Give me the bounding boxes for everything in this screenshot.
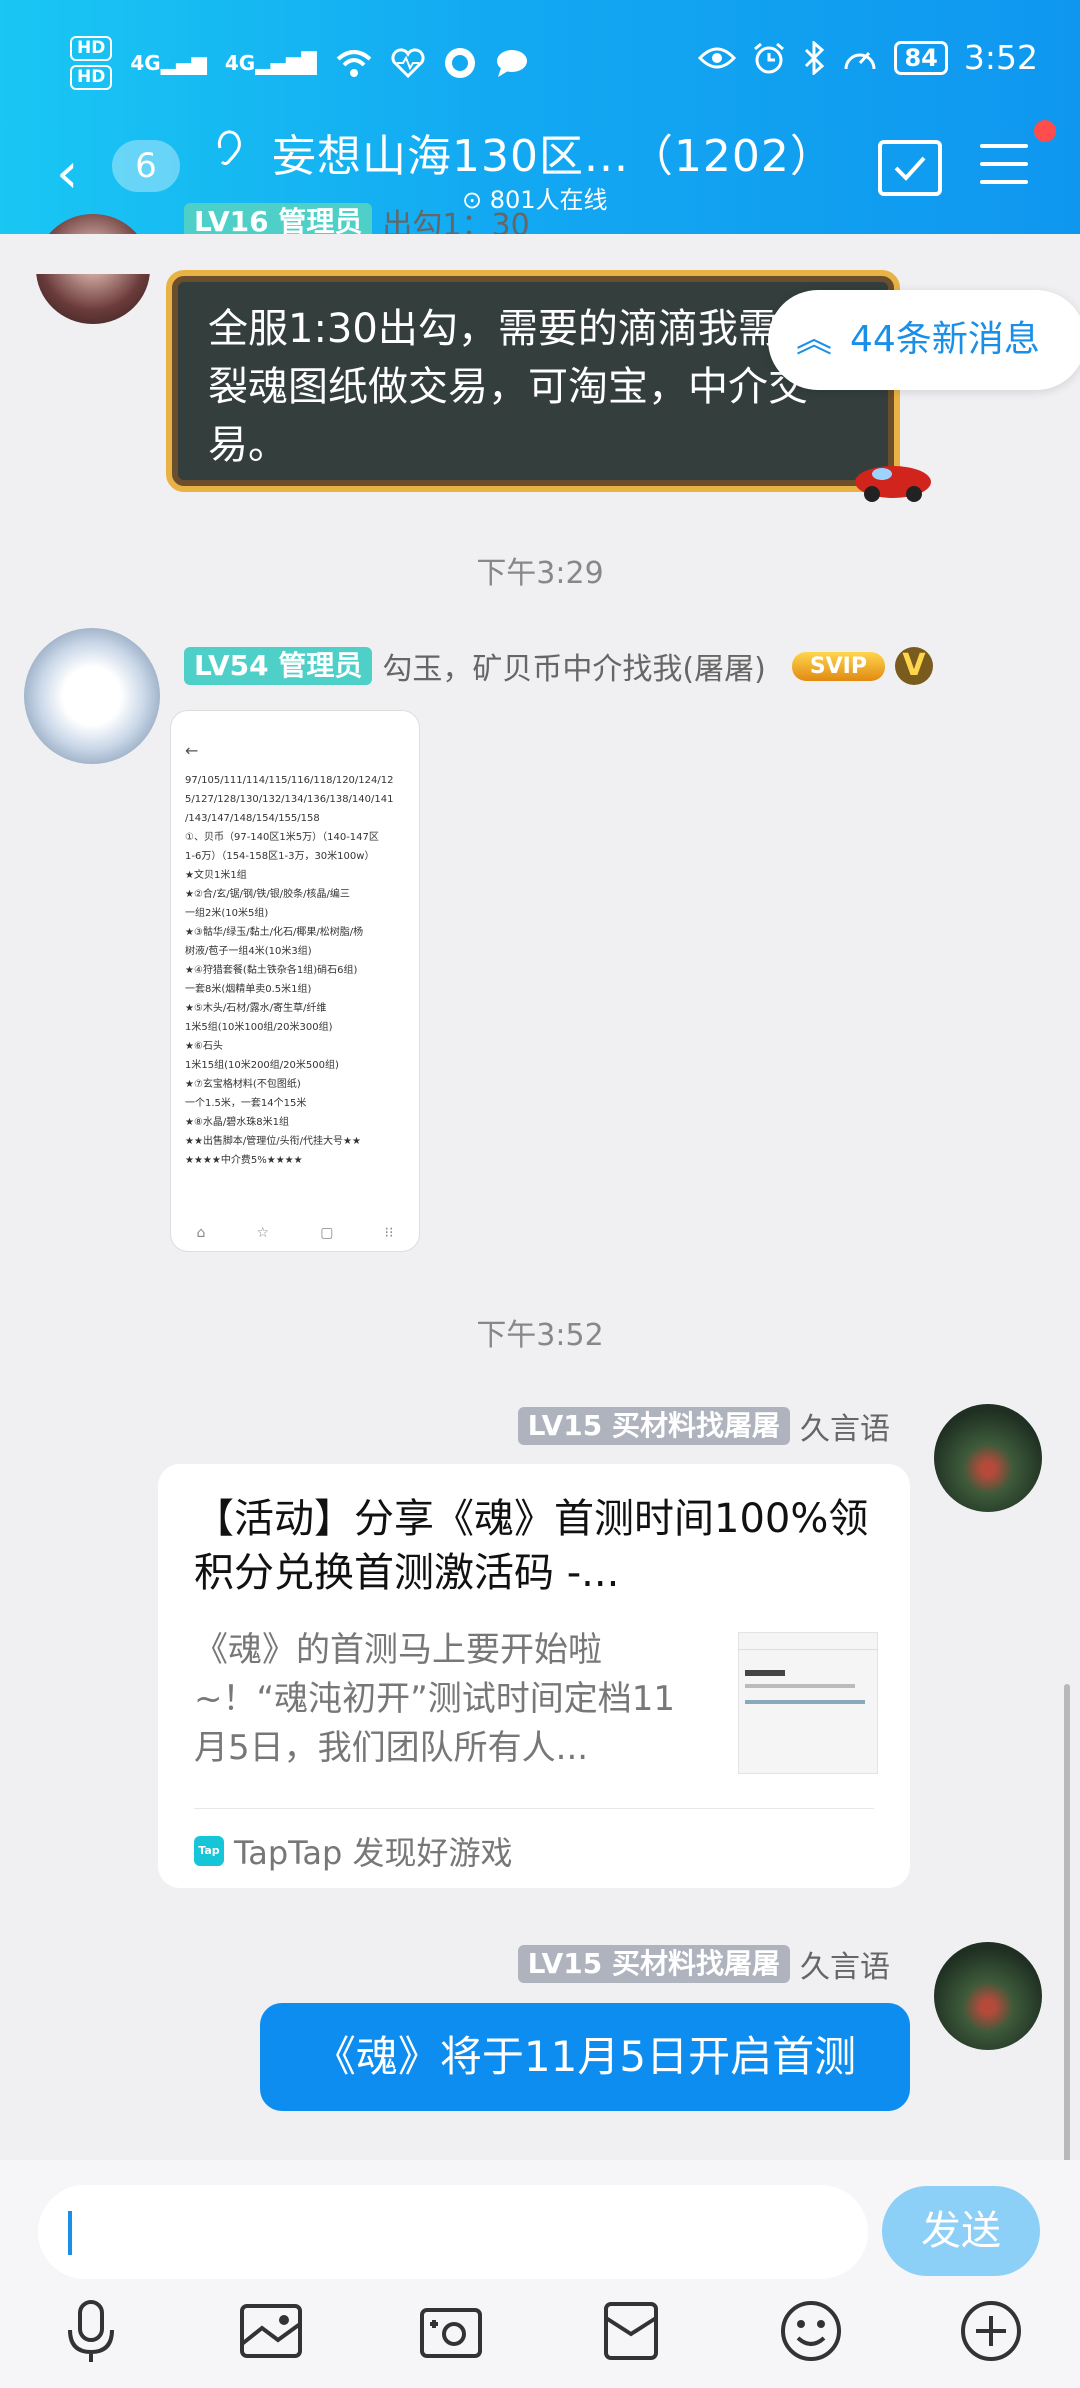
text-caret [68, 2211, 72, 2255]
image-text-line: ★④狩猎套餐(黏土铁杂各1组)硝石6组) [185, 965, 358, 976]
image-text-line: 一套8米(烟精单卖0.5米1组) [185, 984, 312, 995]
image-text-line: 1米15组(10米200组/20米500组) [185, 1060, 339, 1071]
chat-header: HD HD 4G▂▄▆ 4G▂▄▆█ 84 3:52 ‹ 6 妄想山海130区.… [0, 0, 1080, 234]
image-icon[interactable] [236, 2296, 306, 2366]
card-title: 【活动】分享《魂》首测时间100%领积分兑换首测激活码 -... [194, 1496, 869, 1596]
taptap-logo-icon: Tap [194, 1836, 224, 1866]
new-messages-button[interactable]: ︽ 44条新消息 [768, 290, 1080, 390]
status-time: 3:52 [963, 38, 1038, 77]
wifi-icon [336, 50, 372, 77]
unread-count-badge: 6 [112, 140, 180, 192]
sender-name: 勾玉，矿贝币中介找我(屠屠) [382, 652, 766, 687]
level-badge: LV15 买材料找屠屠 [517, 1945, 790, 1983]
speed-icon [844, 51, 876, 69]
signal-2: 4G▂▄▆█ [224, 51, 317, 75]
red-packet-icon[interactable] [596, 2296, 666, 2366]
sender-line: LV15 买材料找屠屠 久言语 [517, 1404, 890, 1448]
svip-badge: SVIP [791, 651, 885, 681]
message-input[interactable] [38, 2185, 868, 2279]
bluetooth-icon [805, 40, 825, 75]
image-text-line: 一组2米(10米5组) [185, 908, 269, 919]
image-text-line: 树液/苞子一组4米(10米3组) [185, 946, 312, 957]
level-badge: LV54 管理员 [184, 647, 373, 685]
image-text: 97/105/111/114/115/116/118/120/124/12 5/1… [171, 771, 419, 1170]
status-bar: HD HD 4G▂▄▆ 4G▂▄▆█ 84 3:52 [0, 0, 1080, 130]
scrollbar[interactable] [1064, 1684, 1070, 2164]
image-text-line: ★⑥石头 [185, 1041, 223, 1052]
car-decoration-icon [855, 466, 931, 502]
back-button[interactable]: ‹ [56, 146, 78, 202]
card-source: Tap TapTap 发现好游戏 [194, 1828, 513, 1874]
image-text-line: 1-6万）（154-158区1-3万，30米100w） [185, 851, 375, 862]
hd-indicator-2: HD [70, 65, 113, 90]
camera-icon[interactable] [416, 2296, 486, 2366]
v-badge: V [895, 647, 933, 685]
menu-icon[interactable] [980, 144, 1028, 188]
card-divider [194, 1808, 874, 1809]
image-text-line: /143/147/148/154/155/158 [185, 813, 320, 824]
plus-icon[interactable] [956, 2296, 1026, 2366]
toolbar [0, 2296, 1080, 2376]
browser-icon [444, 48, 475, 78]
emoji-icon[interactable] [776, 2296, 846, 2366]
input-bar: 发送 [0, 2160, 1080, 2388]
image-text-line: 97/105/111/114/115/116/118/120/124/12 [185, 775, 394, 786]
share-card[interactable]: 【活动】分享《魂》首测时间100%领积分兑换首测激活码 -... 《魂》的首测马… [158, 1464, 910, 1888]
eye-icon [698, 47, 737, 68]
avatar[interactable] [24, 628, 160, 764]
image-text-line: ★★出售脚本/管理位/头衔/代挂大号★★ [185, 1136, 361, 1147]
alarm-icon [754, 42, 785, 73]
signal-1: 4G▂▄▆ [130, 51, 207, 75]
image-text-line: ★文贝1米1组 [185, 870, 247, 881]
avatar[interactable] [934, 1404, 1042, 1512]
battery-indicator: 84 [894, 40, 948, 75]
image-text-line: 5/127/128/130/132/134/136/138/140/141 [185, 794, 394, 805]
timestamp: 下午3:29 [476, 556, 604, 591]
sender-line: LV15 买材料找屠屠 久言语 [517, 1942, 890, 1986]
image-text-line: ★②合/玄/锯/钢/铁/银/胶条/核晶/编三 [185, 889, 350, 900]
image-text-line: ★⑤木头/石材/露水/寄生草/纤维 [185, 1003, 327, 1014]
image-topbar: ← [171, 711, 419, 771]
image-text-line: ①、贝币（97-140区1米5万）（140-147区 [185, 832, 379, 843]
level-badge: LV15 买材料找屠屠 [517, 1407, 790, 1445]
image-text-line: ★★★★中介费5%★★★★ [185, 1155, 303, 1166]
hd-indicator-1: HD [70, 36, 113, 61]
image-text-line: 一个1.5米，一套14个15米 [185, 1098, 307, 1109]
card-thumbnail [738, 1632, 878, 1774]
checkin-calendar-icon[interactable] [878, 140, 942, 196]
message-bubble[interactable]: 《魂》将于11月5日开启首测 [260, 2003, 910, 2111]
double-up-arrow-icon: ︽ [796, 319, 833, 360]
sender-name: 久言语 [800, 1950, 890, 1985]
heart-rate-icon [391, 48, 425, 78]
image-text-line: ★⑧水晶/碧水珠8米1组 [185, 1117, 290, 1128]
image-text-line: 1米5组(10米100组/20米300组) [185, 1022, 333, 1033]
card-description: 《魂》的首测马上要开始啦~！“魂沌初开”测试时间定档11月5日，我们团队所有人.… [194, 1630, 675, 1768]
image-text-line: ★③骷华/绿玉/黏土/化石/椰果/松树脂/杨 [185, 927, 364, 938]
image-message[interactable]: ← 97/105/111/114/115/116/118/120/124/12 5… [170, 710, 420, 1252]
sender-name: 久言语 [800, 1412, 890, 1447]
sender-line: LV54 管理员 勾玉，矿贝币中介找我(屠屠) SVIP V [184, 644, 933, 688]
image-bottom-bar: ⌂ ☆ ▢ ⁝⁝ [196, 1225, 394, 1241]
back-arrow-icon: ← [185, 741, 199, 760]
image-text-line: ★⑦玄宝格材料(不包图纸) [185, 1079, 301, 1090]
ear-icon[interactable] [214, 130, 244, 170]
message-icon [496, 50, 527, 77]
microphone-icon[interactable] [56, 2296, 126, 2366]
group-title[interactable]: 妄想山海130区...（1202） [272, 120, 835, 184]
timestamp: 下午3:52 [476, 1318, 604, 1353]
avatar[interactable] [934, 1942, 1042, 2050]
send-button[interactable]: 发送 [882, 2186, 1040, 2276]
notification-dot [1034, 120, 1056, 142]
